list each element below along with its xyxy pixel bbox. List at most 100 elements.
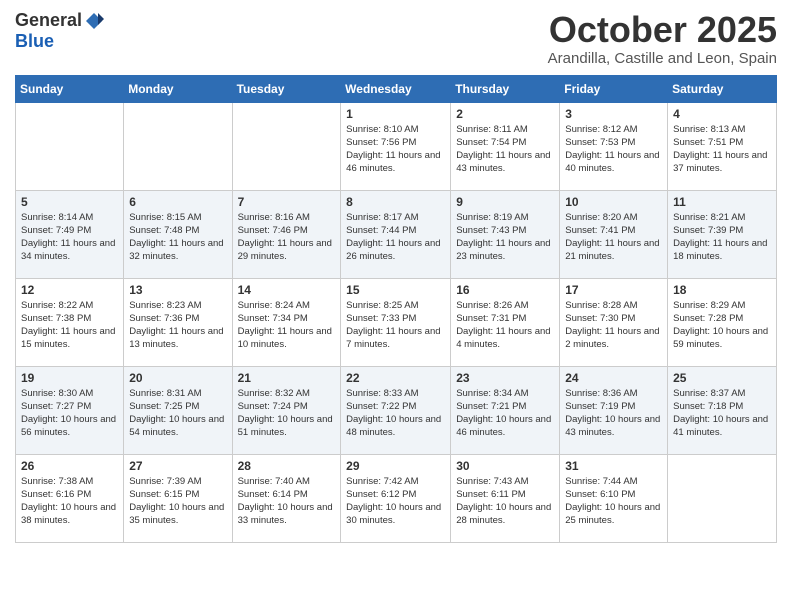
day-cell: 26 Sunrise: 7:38 AMSunset: 6:16 PMDayligh… [16,454,124,542]
day-number: 14 [238,283,336,297]
day-number: 22 [346,371,445,385]
day-number: 2 [456,107,554,121]
day-cell: 9 Sunrise: 8:19 AMSunset: 7:43 PMDaylight… [451,190,560,278]
day-info: Sunrise: 8:31 AMSunset: 7:25 PMDaylight:… [129,387,226,440]
day-info: Sunrise: 8:29 AMSunset: 7:28 PMDaylight:… [673,299,771,352]
day-cell: 15Sunrise: 8:25 AMSunset: 7:33 PMDayligh… [341,278,451,366]
day-cell: 31Sunrise: 7:44 AMSunset: 6:10 PMDayligh… [560,454,668,542]
week-row-4: 19 Sunrise: 8:30 AMSunset: 7:27 PMDayligh… [16,366,777,454]
day-number: 26 [21,459,118,473]
day-cell: 20Sunrise: 8:31 AMSunset: 7:25 PMDayligh… [124,366,232,454]
calendar-table: Sunday Monday Tuesday Wednesday Thursday… [15,75,777,543]
day-number: 4 [673,107,771,121]
day-cell: 24 Sunrise: 8:36 AMSunset: 7:19 PMDayligh… [560,366,668,454]
week-row-5: 26 Sunrise: 7:38 AMSunset: 6:16 PMDayligh… [16,454,777,542]
logo-blue-text: Blue [15,31,54,52]
day-number: 10 [565,195,662,209]
day-cell [16,102,124,190]
day-cell: 4 Sunrise: 8:13 AMSunset: 7:51 PMDaylight… [668,102,777,190]
day-number: 1 [346,107,445,121]
day-number: 21 [238,371,336,385]
day-number: 28 [238,459,336,473]
day-cell: 29 Sunrise: 7:42 AMSunset: 6:12 PMDayligh… [341,454,451,542]
day-number: 24 [565,371,662,385]
page-header: General Blue October 2025 Arandilla, Cas… [15,10,777,67]
day-cell: 30 Sunrise: 7:43 AMSunset: 6:11 PMDayligh… [451,454,560,542]
month-title: October 2025 [548,10,777,50]
day-number: 12 [21,283,118,297]
day-number: 29 [346,459,445,473]
day-info: Sunrise: 8:19 AMSunset: 7:43 PMDaylight:… [456,211,554,264]
day-info: Sunrise: 8:24 AMSunset: 7:34 PMDaylight:… [238,299,336,352]
logo: General Blue [15,10,104,52]
day-cell: 12 Sunrise: 8:22 AMSunset: 7:38 PMDayligh… [16,278,124,366]
day-info: Sunrise: 8:37 AMSunset: 7:18 PMDaylight:… [673,387,771,440]
day-info: Sunrise: 8:25 AMSunset: 7:33 PMDaylight:… [346,299,445,352]
day-number: 25 [673,371,771,385]
day-info: Sunrise: 8:16 AMSunset: 7:46 PMDaylight:… [238,211,336,264]
day-info: Sunrise: 7:42 AMSunset: 6:12 PMDaylight:… [346,475,445,528]
day-cell: 5 Sunrise: 8:14 AMSunset: 7:49 PMDaylight… [16,190,124,278]
day-cell: 16 Sunrise: 8:26 AMSunset: 7:31 PMDayligh… [451,278,560,366]
week-row-3: 12 Sunrise: 8:22 AMSunset: 7:38 PMDayligh… [16,278,777,366]
day-info: Sunrise: 8:30 AMSunset: 7:27 PMDaylight:… [21,387,118,440]
day-number: 31 [565,459,662,473]
day-number: 17 [565,283,662,297]
col-friday: Friday [560,75,668,102]
day-info: Sunrise: 8:32 AMSunset: 7:24 PMDaylight:… [238,387,336,440]
day-info: Sunrise: 8:26 AMSunset: 7:31 PMDaylight:… [456,299,554,352]
day-number: 5 [21,195,118,209]
day-info: Sunrise: 7:43 AMSunset: 6:11 PMDaylight:… [456,475,554,528]
day-cell: 11 Sunrise: 8:21 AMSunset: 7:39 PMDayligh… [668,190,777,278]
day-info: Sunrise: 8:14 AMSunset: 7:49 PMDaylight:… [21,211,118,264]
day-info: Sunrise: 8:20 AMSunset: 7:41 PMDaylight:… [565,211,662,264]
col-sunday: Sunday [16,75,124,102]
day-info: Sunrise: 8:36 AMSunset: 7:19 PMDaylight:… [565,387,662,440]
day-cell: 21 Sunrise: 8:32 AMSunset: 7:24 PMDayligh… [232,366,341,454]
logo-icon [84,11,104,31]
day-number: 18 [673,283,771,297]
day-info: Sunrise: 8:15 AMSunset: 7:48 PMDaylight:… [129,211,226,264]
day-cell: 23Sunrise: 8:34 AMSunset: 7:21 PMDayligh… [451,366,560,454]
day-cell: 28Sunrise: 7:40 AMSunset: 6:14 PMDayligh… [232,454,341,542]
day-cell: 7 Sunrise: 8:16 AMSunset: 7:46 PMDaylight… [232,190,341,278]
day-info: Sunrise: 8:22 AMSunset: 7:38 PMDaylight:… [21,299,118,352]
day-info: Sunrise: 8:34 AMSunset: 7:21 PMDaylight:… [456,387,554,440]
day-number: 7 [238,195,336,209]
day-info: Sunrise: 8:23 AMSunset: 7:36 PMDaylight:… [129,299,226,352]
col-monday: Monday [124,75,232,102]
day-number: 27 [129,459,226,473]
day-info: Sunrise: 7:38 AMSunset: 6:16 PMDaylight:… [21,475,118,528]
col-tuesday: Tuesday [232,75,341,102]
day-info: Sunrise: 8:13 AMSunset: 7:51 PMDaylight:… [673,123,771,176]
day-number: 9 [456,195,554,209]
title-block: October 2025 Arandilla, Castille and Leo… [548,10,777,67]
day-info: Sunrise: 8:33 AMSunset: 7:22 PMDaylight:… [346,387,445,440]
day-cell: 25 Sunrise: 8:37 AMSunset: 7:18 PMDayligh… [668,366,777,454]
day-number: 3 [565,107,662,121]
day-cell: 3 Sunrise: 8:12 AMSunset: 7:53 PMDaylight… [560,102,668,190]
day-info: Sunrise: 7:39 AMSunset: 6:15 PMDaylight:… [129,475,226,528]
day-cell: 14 Sunrise: 8:24 AMSunset: 7:34 PMDayligh… [232,278,341,366]
header-row: Sunday Monday Tuesday Wednesday Thursday… [16,75,777,102]
day-cell: 10 Sunrise: 8:20 AMSunset: 7:41 PMDayligh… [560,190,668,278]
day-info: Sunrise: 8:17 AMSunset: 7:44 PMDaylight:… [346,211,445,264]
day-number: 30 [456,459,554,473]
day-info: Sunrise: 8:10 AMSunset: 7:56 PMDaylight:… [346,123,445,176]
day-number: 11 [673,195,771,209]
week-row-1: 1 Sunrise: 8:10 AMSunset: 7:56 PMDaylight… [16,102,777,190]
week-row-2: 5 Sunrise: 8:14 AMSunset: 7:49 PMDaylight… [16,190,777,278]
day-number: 8 [346,195,445,209]
day-info: Sunrise: 8:21 AMSunset: 7:39 PMDaylight:… [673,211,771,264]
day-cell [232,102,341,190]
day-info: Sunrise: 8:12 AMSunset: 7:53 PMDaylight:… [565,123,662,176]
day-cell: 27 Sunrise: 7:39 AMSunset: 6:15 PMDayligh… [124,454,232,542]
day-cell: 22 Sunrise: 8:33 AMSunset: 7:22 PMDayligh… [341,366,451,454]
logo-general-text: General [15,10,82,31]
col-thursday: Thursday [451,75,560,102]
day-number: 16 [456,283,554,297]
day-info: Sunrise: 8:28 AMSunset: 7:30 PMDaylight:… [565,299,662,352]
day-cell: 18 Sunrise: 8:29 AMSunset: 7:28 PMDayligh… [668,278,777,366]
day-number: 19 [21,371,118,385]
day-cell: 17 Sunrise: 8:28 AMSunset: 7:30 PMDayligh… [560,278,668,366]
